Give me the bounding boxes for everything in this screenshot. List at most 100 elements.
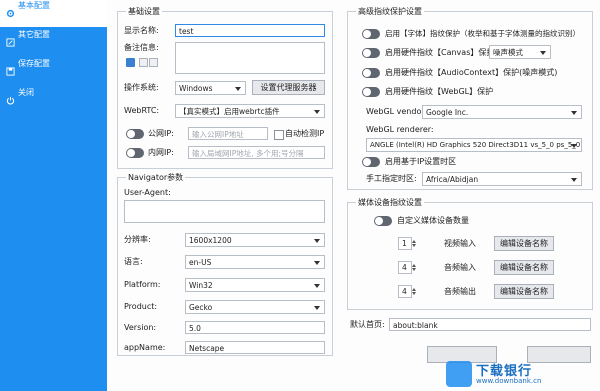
display-name-label: 显示名称:: [124, 26, 159, 35]
sidebar-item-label: 关闭: [18, 88, 34, 97]
font-protect-label: 启用【字体】指纹保护（枚举和基于字体测量的指纹识别）: [385, 29, 580, 38]
audio-protect-toggle[interactable]: [362, 68, 380, 78]
lan-ip-input[interactable]: 输入局域网IP地址, 多个用;号分隔: [188, 146, 325, 159]
audio-output-label: 音频输出: [444, 287, 476, 296]
canvas-mode-select[interactable]: 噪声模式: [489, 45, 551, 59]
audio-protect-label: 启用硬件指纹【AudioContext】保护(噪声模式): [385, 68, 558, 77]
edit-icon: [6, 38, 15, 47]
homepage-input[interactable]: about:blank: [389, 318, 591, 331]
video-input-stepper[interactable]: 1: [398, 237, 416, 250]
sidebar-item-close[interactable]: 关闭: [0, 87, 107, 114]
manual-timezone-value: Africa/Abidjan: [426, 175, 479, 184]
ip-timezone-toggle[interactable]: [362, 157, 380, 167]
webgl-renderer-value: ANGLE (Intel(R) HD Graphics 520 Direct3D…: [370, 141, 582, 149]
version-label: Version:: [124, 323, 157, 332]
watermark-url: www.downbank.cn: [476, 377, 542, 385]
homepage-label: 默认首页:: [350, 320, 385, 329]
language-select[interactable]: en-US: [185, 255, 325, 269]
font-protect-toggle[interactable]: [362, 29, 380, 39]
webgl-renderer-select[interactable]: ANGLE (Intel(R) HD Graphics 520 Direct3D…: [366, 138, 582, 152]
navigator-group: Navigator参数 User-Agent: 分辨率: 1600x1200 语…: [117, 172, 333, 356]
manual-timezone-select[interactable]: Africa/Abidjan: [422, 172, 582, 186]
home-icon[interactable]: [126, 58, 135, 67]
resolution-select-value: 1600x1200: [189, 236, 232, 245]
canvas-protect-label: 启用硬件指纹【Canvas】保护: [385, 48, 495, 57]
stepper-arrows-icon[interactable]: [412, 239, 417, 249]
proxy-settings-button[interactable]: 设置代理服务器: [252, 80, 325, 95]
sidebar-item-save-config[interactable]: 保存配置: [0, 58, 107, 85]
note-label: 备注信息:: [124, 43, 159, 52]
lan-ip-toggle[interactable]: [126, 148, 144, 158]
public-ip-input[interactable]: 输入公网IP地址: [188, 127, 268, 140]
webgl-vendor-select[interactable]: Google Inc.: [422, 105, 582, 119]
stepper-arrows-icon[interactable]: [412, 287, 417, 297]
stepper-value: 1: [402, 239, 407, 248]
custom-media-label: 自定义媒体设备数量: [397, 216, 469, 225]
os-label: 操作系统:: [124, 83, 159, 92]
sidebar-item-label: 其它配置: [18, 30, 50, 39]
watermark-logo-icon: [446, 361, 472, 387]
media-group: 媒体设备指纹设置 自定义媒体设备数量 1 视频输入 编辑设备名称 4 音频输入 …: [347, 197, 593, 310]
group-title: 基础设置: [126, 6, 162, 17]
public-ip-toggle[interactable]: [126, 129, 144, 139]
resolution-label: 分辨率:: [124, 235, 151, 244]
platform-select[interactable]: Win32: [185, 278, 325, 292]
chevron-down-icon: [314, 306, 320, 310]
resolution-select[interactable]: 1600x1200: [185, 233, 325, 247]
note-textarea[interactable]: [175, 42, 325, 74]
os-select[interactable]: Windows: [175, 81, 246, 95]
webgl-vendor-label: WebGL vendor:: [366, 107, 428, 116]
os-select-value: Windows: [179, 84, 213, 93]
chevron-down-icon: [571, 111, 577, 115]
auto-detect-checkbox[interactable]: [274, 130, 284, 140]
useragent-input[interactable]: [124, 200, 325, 223]
stepper-value: 4: [402, 263, 407, 272]
chevron-down-icon: [571, 144, 577, 148]
language-label: 语言:: [124, 257, 143, 266]
edit-audio-output-button[interactable]: 编辑设备名称: [494, 284, 554, 299]
product-label: Product:: [124, 302, 158, 311]
scroll-left-icon[interactable]: [139, 58, 148, 67]
sidebar: 基本配置 其它配置 保存配置 关闭: [0, 0, 107, 391]
basic-settings-group: 基础设置 显示名称: test 备注信息: 操作系统: Windows 设置代理…: [117, 6, 333, 169]
gear-icon: [6, 9, 15, 18]
audio-input-label: 音频输入: [444, 263, 476, 272]
group-title: 媒体设备指纹设置: [356, 197, 424, 208]
manual-timezone-label: 手工指定时区:: [366, 174, 417, 183]
canvas-mode-value: 噪声模式: [493, 48, 523, 57]
audio-output-stepper[interactable]: 4: [398, 285, 416, 298]
ip-timezone-label: 启用基于IP设置时区: [385, 157, 457, 166]
group-title: 高级指纹保护设置: [356, 6, 424, 17]
chevron-down-icon: [235, 87, 241, 91]
main-panel: 基础设置 显示名称: test 备注信息: 操作系统: Windows 设置代理…: [107, 0, 600, 391]
watermark: 下载银行 www.downbank.cn: [446, 359, 596, 389]
sidebar-item-basic-config[interactable]: 基本配置: [0, 0, 107, 27]
sidebar-item-label: 基本配置: [18, 1, 50, 10]
stepper-arrows-icon[interactable]: [412, 263, 417, 273]
scroll-right-icon[interactable]: [149, 58, 158, 67]
chevron-down-icon: [314, 239, 320, 243]
edit-audio-input-button[interactable]: 编辑设备名称: [494, 260, 554, 275]
product-select-value: Gecko: [189, 303, 213, 312]
save-icon: [6, 67, 15, 76]
display-name-input[interactable]: test: [175, 24, 325, 37]
sidebar-item-label: 保存配置: [18, 59, 50, 68]
audio-input-stepper[interactable]: 4: [398, 261, 416, 274]
public-ip-label: 公网IP:: [148, 129, 174, 138]
webgl-vendor-value: Google Inc.: [426, 108, 469, 117]
custom-media-toggle[interactable]: [374, 216, 392, 226]
sidebar-item-other-config[interactable]: 其它配置: [0, 29, 107, 56]
version-input[interactable]: 5.0: [185, 321, 325, 334]
webgl-renderer-label: WebGL renderer:: [366, 125, 434, 134]
chevron-down-icon: [571, 178, 577, 182]
platform-label: Platform:: [124, 280, 161, 289]
webrtc-select[interactable]: 【真实模式】启用webrtc插件: [175, 104, 325, 118]
canvas-protect-toggle[interactable]: [362, 48, 380, 58]
product-select[interactable]: Gecko: [185, 300, 325, 314]
webgl-protect-toggle[interactable]: [362, 87, 380, 97]
edit-video-input-button[interactable]: 编辑设备名称: [494, 236, 554, 251]
webrtc-label: WebRTC:: [124, 106, 160, 115]
appname-input[interactable]: Netscape: [185, 341, 325, 354]
lan-ip-label: 内网IP:: [148, 148, 174, 157]
chevron-down-icon: [540, 51, 546, 55]
